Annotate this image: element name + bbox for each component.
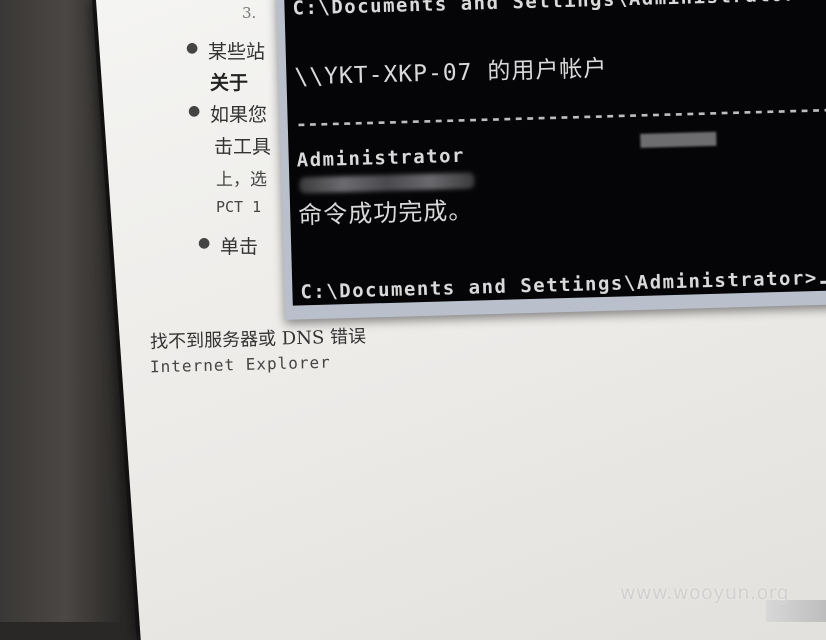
redacted-text [640, 131, 717, 148]
bullet-icon: ● [186, 40, 199, 56]
error-subtitle: Internet Explorer [149, 352, 331, 377]
console-prompt-text: C:\Documents and Settings\Administrator> [300, 266, 819, 304]
suggestion-text: 如果您 [210, 104, 268, 126]
suggestion-item: ● 单击 [198, 232, 258, 259]
text-cursor-icon [819, 280, 826, 284]
suggestion-text: 某些站 [208, 41, 266, 63]
bullet-icon: ● [198, 235, 211, 251]
suggestion-text-line: PCT 1 [216, 198, 262, 216]
suggestion-text-line: 上，选 [216, 170, 267, 190]
suggestion-link[interactable]: 关于 [210, 68, 248, 95]
suggestion-item: ● 如果您 [188, 100, 268, 127]
console-output[interactable]: C:\Documents and Settings\Administrator>… [283, 0, 826, 306]
error-title: 找不到服务器或 DNS 错误 [149, 326, 367, 353]
console-prompt-line: C:\Documents and Settings\Administrator> [292, 0, 811, 20]
suggestion-item: ● 某些站 [186, 37, 266, 64]
console-result-line: 命令成功完成。 [297, 196, 474, 230]
watermark: www.wooyun.org [620, 582, 790, 604]
console-user-account: Administrator [296, 144, 466, 172]
step-number: 3. [242, 4, 257, 22]
console-input-prompt[interactable]: C:\Documents and Settings\Administrator> [300, 266, 826, 304]
suggestion-text[interactable]: 单击 [220, 236, 258, 258]
console-separator: ----------------------------------------… [295, 92, 826, 136]
command-prompt-window[interactable]: C:\Documents and Settings\Administrator>… [276, 0, 826, 320]
bullet-icon: ● [188, 103, 201, 119]
suggestion-text-line: 击工具 [214, 136, 272, 158]
console-header-line: \\YKT-XKP-07 的用户帐户 [294, 55, 608, 91]
